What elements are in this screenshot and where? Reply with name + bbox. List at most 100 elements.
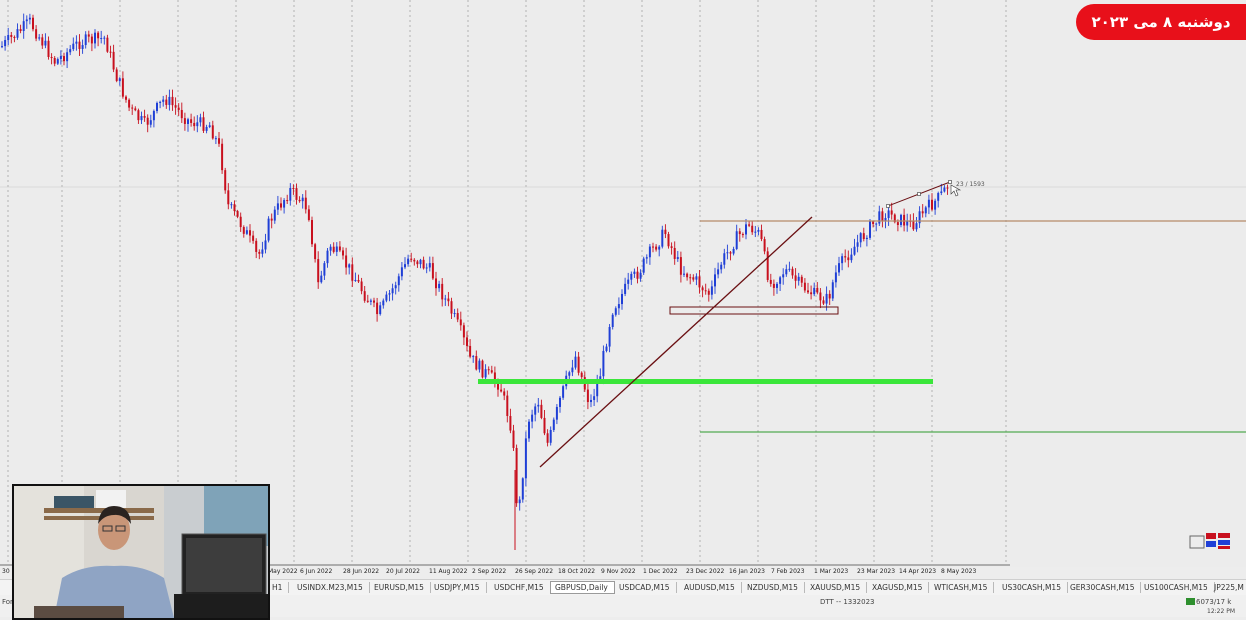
uptrend-line <box>539 216 813 468</box>
symbol-tab[interactable]: USDCHF,M15 <box>490 582 551 593</box>
candle-body <box>444 298 447 300</box>
symbol-tab[interactable]: USINDX.M23,M15 <box>293 582 370 593</box>
candle-body <box>934 200 937 210</box>
candle-body <box>602 350 605 377</box>
anchor-point <box>886 204 890 208</box>
candle-body <box>865 237 868 240</box>
candle-body <box>391 288 394 294</box>
date-axis-label: 23 Mar 2023 <box>857 568 896 575</box>
candle-body <box>689 277 692 279</box>
candle-body <box>307 209 310 221</box>
connection-signal-icon <box>1186 598 1195 605</box>
candle-body <box>258 251 261 254</box>
symbol-tab[interactable]: WTICASH,M15 <box>930 582 995 593</box>
candle-body <box>314 244 317 260</box>
candle-body <box>438 283 441 289</box>
candle-body <box>199 117 202 123</box>
candle-body <box>847 257 850 261</box>
anchor-point <box>948 180 952 184</box>
symbol-tab[interactable]: EURUSD,M15 <box>370 582 431 593</box>
candle-body <box>441 283 444 300</box>
candle-body <box>779 277 782 284</box>
candle-body <box>763 239 766 252</box>
candle-body <box>940 191 943 194</box>
candle-body <box>667 234 670 247</box>
candle-body <box>617 304 620 309</box>
candle-body <box>704 290 707 292</box>
candle-body <box>273 209 276 221</box>
range-rectangle <box>669 306 839 315</box>
candle-body <box>69 49 72 53</box>
candle-body <box>32 17 34 30</box>
candle-body <box>785 269 788 275</box>
date-axis-label: 6 Jun 2022 <box>300 568 333 575</box>
symbol-tab[interactable]: AUDUSD,M15 <box>680 582 742 593</box>
candle-body <box>534 406 537 415</box>
candle-body <box>509 415 512 431</box>
candle-body <box>729 252 732 254</box>
candle-body <box>348 264 351 268</box>
candle-body <box>692 277 695 280</box>
candle-body <box>698 276 701 288</box>
date-axis-label: 7 Feb 2023 <box>771 568 805 575</box>
candle-body <box>447 298 450 302</box>
symbol-tab[interactable]: US30CASH,M15 <box>998 582 1068 593</box>
candle-body <box>791 268 794 276</box>
symbol-tab[interactable]: JP225,M <box>1210 582 1246 593</box>
candle-body <box>323 263 326 276</box>
candle-body <box>156 102 158 112</box>
symbol-tab[interactable]: GER30CASH,M15 <box>1066 582 1142 593</box>
candle-body <box>397 276 400 286</box>
candle-body <box>822 300 825 304</box>
cursor-readout: 23 / 1593 <box>956 181 985 188</box>
candle-body <box>379 305 382 315</box>
candle-body <box>143 116 146 118</box>
candle-body <box>84 34 87 46</box>
candle-body <box>912 220 915 230</box>
candle-body <box>407 258 410 265</box>
candle-body <box>670 246 673 248</box>
candle-body <box>676 257 679 259</box>
symbol-tab[interactable]: GBPUSD,Daily <box>550 581 615 594</box>
candle-body <box>121 78 124 97</box>
date-axis-label: 8 May 2023 <box>941 568 977 575</box>
candle-body <box>648 246 651 258</box>
candle-body <box>165 99 168 105</box>
candle-body <box>357 279 360 282</box>
candle-body <box>462 325 465 338</box>
candle-body <box>59 56 62 60</box>
candle-body <box>875 223 878 225</box>
candle-body <box>915 223 918 230</box>
candle-body <box>363 291 366 301</box>
symbol-tab[interactable]: USDJPY,M15 <box>430 582 487 593</box>
candle-body <box>596 381 599 397</box>
price-chart[interactable] <box>0 0 1246 567</box>
candle-body <box>856 242 859 247</box>
candle-body <box>772 283 775 288</box>
candle-body <box>196 122 199 127</box>
chart-area[interactable]: دوشنبه ۸ می ۲۰۲۳ 23 / 1593 <box>0 0 1246 567</box>
candle-body <box>97 32 100 39</box>
candle-body <box>304 197 307 210</box>
candle-body <box>459 319 462 326</box>
symbol-tab[interactable]: XAGUSD,M15 <box>868 582 930 593</box>
candle-body <box>794 275 797 281</box>
candle-body <box>810 292 813 295</box>
candle-body <box>586 389 589 403</box>
candle-body <box>373 300 375 303</box>
candle-body <box>686 273 689 278</box>
symbol-tab[interactable]: USDCAD,M15 <box>615 582 677 593</box>
candle-body <box>475 356 478 370</box>
candle-body <box>453 313 456 315</box>
symbol-tab[interactable]: H1 <box>268 582 290 593</box>
candle-body <box>298 199 301 202</box>
symbol-tab[interactable]: XAUUSD,M15 <box>806 582 868 593</box>
symbol-tab[interactable]: US100CASH,M15 <box>1140 582 1215 593</box>
candle-body <box>16 29 19 38</box>
candle-body <box>515 447 518 504</box>
symbol-tab[interactable]: NZDUSD,M15 <box>743 582 805 593</box>
candle-body <box>853 246 856 255</box>
candle-body <box>813 287 816 295</box>
status-dtt: DTT -- 1332023 <box>820 598 875 606</box>
candle-body <box>701 287 704 291</box>
